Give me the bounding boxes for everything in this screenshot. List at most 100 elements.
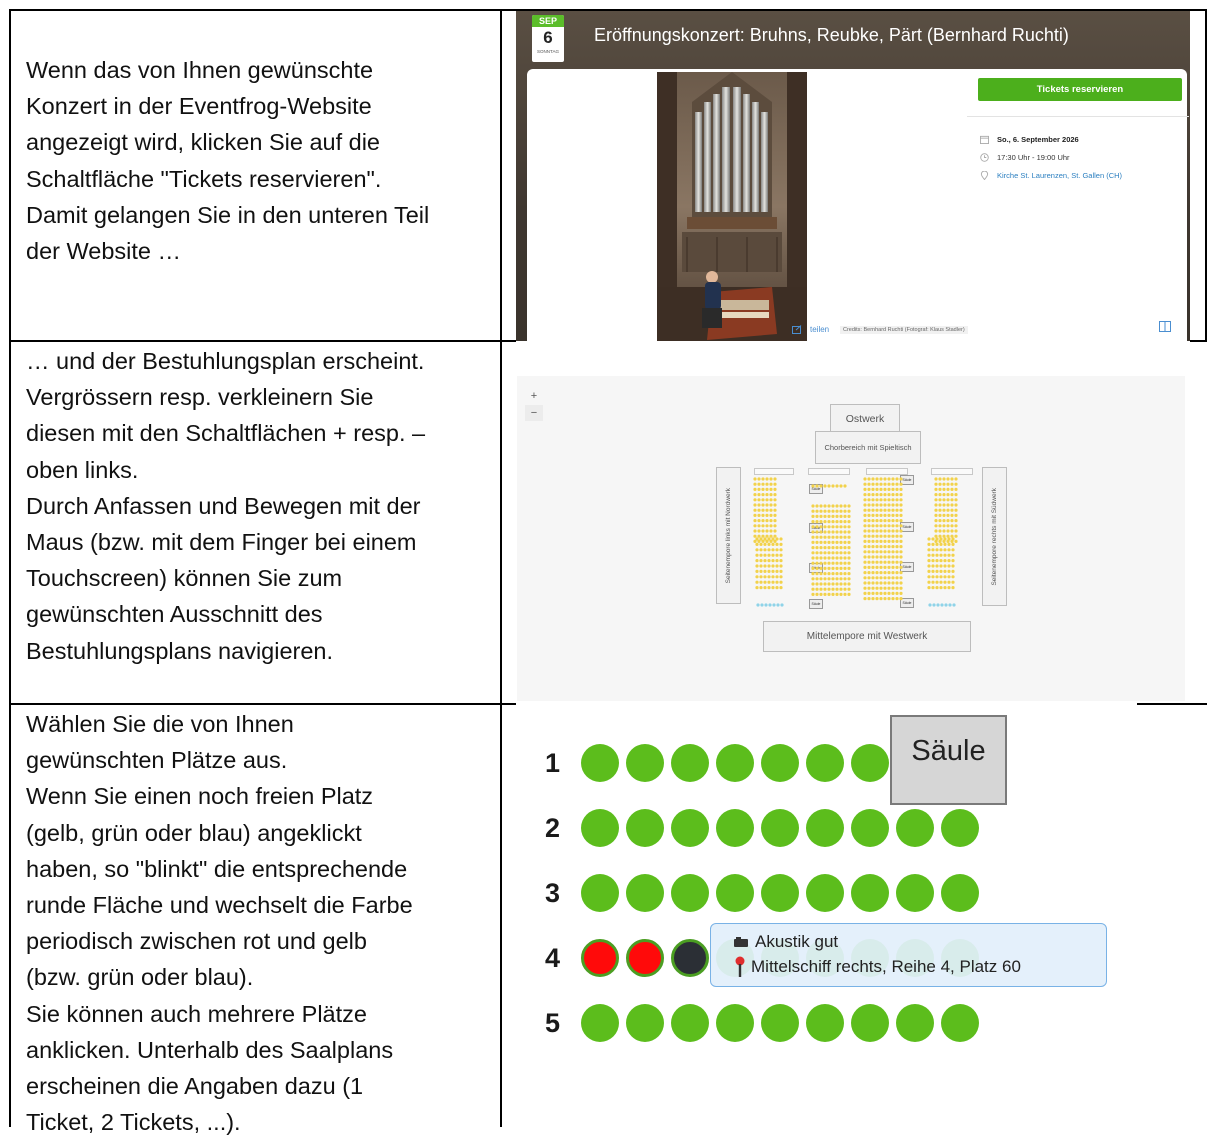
plan-seat-dot[interactable] [831, 509, 835, 513]
plan-seat-dot[interactable] [931, 564, 935, 568]
plan-seat-dot[interactable] [771, 537, 775, 541]
plan-seat-dot[interactable] [895, 560, 899, 564]
plan-seat-dot[interactable] [934, 482, 938, 486]
plan-seat-dot[interactable] [871, 565, 875, 569]
plan-seat-dot[interactable] [887, 498, 891, 502]
plan-seat-dot[interactable] [863, 513, 867, 517]
plan-seat-dot[interactable] [887, 545, 891, 549]
plan-seat-dot[interactable] [938, 534, 942, 538]
plan-seat-dot[interactable] [883, 498, 887, 502]
plan-seat-dot[interactable] [899, 534, 903, 538]
plan-seat-dot[interactable] [867, 529, 871, 533]
plan-seat-dot[interactable] [875, 550, 879, 554]
plan-seat-dot[interactable] [887, 555, 891, 559]
plan-seat-dot[interactable] [769, 529, 773, 533]
plan-seat-dot[interactable] [875, 482, 879, 486]
plan-seat-dot[interactable] [843, 556, 847, 560]
plan-seat-dot[interactable] [831, 556, 835, 560]
plan-seat-dot[interactable] [765, 534, 769, 538]
plan-seat-dot[interactable] [843, 546, 847, 550]
plan-seat-dot[interactable] [755, 559, 759, 563]
plan-seat-dot[interactable] [863, 565, 867, 569]
plan-seat-dot[interactable] [871, 534, 875, 538]
plan-seat-dot[interactable] [847, 556, 851, 560]
plan-seat-dot[interactable] [811, 566, 815, 570]
plan-seat-dot[interactable] [769, 503, 773, 507]
plan-seat-dot[interactable] [769, 493, 773, 497]
plan-seat-dot[interactable] [887, 560, 891, 564]
plan-seat-dot[interactable] [847, 509, 851, 513]
plan-seat-dot[interactable] [883, 524, 887, 528]
plan-seat-dot[interactable] [811, 540, 815, 544]
plan-seat-dot[interactable] [761, 493, 765, 497]
plan-seat-dot[interactable] [763, 586, 767, 590]
plan-seat-dot[interactable] [931, 542, 935, 546]
plan-seat-dot[interactable] [950, 534, 954, 538]
plan-seat-dot[interactable] [823, 551, 827, 555]
plan-seat-dot[interactable] [847, 587, 851, 591]
event-location[interactable]: Kirche St. Laurenzen, St. Gallen (CH) [980, 171, 1122, 180]
plan-seat-dot[interactable] [773, 534, 777, 538]
plan-seat-dot[interactable] [863, 545, 867, 549]
plan-seat-dot[interactable] [827, 509, 831, 513]
plan-seat-dot[interactable] [939, 537, 943, 541]
plan-seat-dot[interactable] [895, 591, 899, 595]
plan-seat-dot[interactable] [847, 592, 851, 596]
plan-seat-dot[interactable] [939, 569, 943, 573]
plan-seat-dot[interactable] [819, 535, 823, 539]
plan-seat-dot[interactable] [767, 542, 771, 546]
plan-seat-dot[interactable] [942, 513, 946, 517]
plan-seat-dot[interactable] [863, 597, 867, 601]
plan-seat-dot[interactable] [827, 525, 831, 529]
plan-seat-dot[interactable] [775, 580, 779, 584]
plan-seat-dot[interactable] [927, 559, 931, 563]
plan-seat-dot[interactable] [769, 524, 773, 528]
plan-seat-dot[interactable] [951, 548, 955, 552]
plan-seat-dot[interactable] [819, 587, 823, 591]
plan-seat-dot[interactable] [891, 493, 895, 497]
plan-seat-dot[interactable] [779, 575, 783, 579]
plan-seat-dot[interactable] [871, 503, 875, 507]
plan-seat-dot[interactable] [759, 575, 763, 579]
plan-seat-dot[interactable] [768, 603, 772, 607]
plan-seat-dot[interactable] [780, 603, 784, 607]
plan-seat-dot[interactable] [819, 566, 823, 570]
plan-seat-dot[interactable] [899, 503, 903, 507]
plan-seat-dot[interactable] [779, 542, 783, 546]
plan-seat-dot[interactable] [875, 529, 879, 533]
plan-seat-dot[interactable] [943, 564, 947, 568]
plan-seat-dot[interactable] [767, 537, 771, 541]
plan-seat-dot[interactable] [771, 575, 775, 579]
plan-seat-dot[interactable] [950, 519, 954, 523]
plan-seat-dot[interactable] [823, 546, 827, 550]
plan-seat-dot[interactable] [950, 503, 954, 507]
plan-seat-dot[interactable] [944, 603, 948, 607]
plan-seat-dot[interactable] [819, 540, 823, 544]
seat[interactable] [851, 744, 889, 782]
plan-seat-dot[interactable] [879, 576, 883, 580]
plan-seat-dot[interactable] [835, 535, 839, 539]
plan-seat-dot[interactable] [887, 477, 891, 481]
plan-seat-dot[interactable] [753, 487, 757, 491]
reserve-tickets-button[interactable]: Tickets reservieren [978, 78, 1182, 101]
seat[interactable] [626, 874, 664, 912]
plan-seat-dot[interactable] [875, 597, 879, 601]
plan-seat-dot[interactable] [763, 575, 767, 579]
plan-seat-dot[interactable] [942, 534, 946, 538]
plan-seat-dot[interactable] [847, 540, 851, 544]
plan-seat-dot[interactable] [895, 555, 899, 559]
plan-seat-dot[interactable] [950, 493, 954, 497]
plan-seat-dot[interactable] [899, 498, 903, 502]
plan-seat-dot[interactable] [871, 555, 875, 559]
plan-seat-dot[interactable] [899, 508, 903, 512]
plan-seat-dot[interactable] [867, 519, 871, 523]
plan-seat-dot[interactable] [954, 534, 958, 538]
plan-seat-dot[interactable] [883, 586, 887, 590]
plan-seat-dot[interactable] [887, 565, 891, 569]
plan-seat-dot[interactable] [771, 542, 775, 546]
plan-seat-dot[interactable] [773, 529, 777, 533]
plan-seat-dot[interactable] [948, 603, 952, 607]
plan-seat-dot[interactable] [946, 498, 950, 502]
plan-seat-dot[interactable] [875, 487, 879, 491]
plan-seat-dot[interactable] [831, 592, 835, 596]
